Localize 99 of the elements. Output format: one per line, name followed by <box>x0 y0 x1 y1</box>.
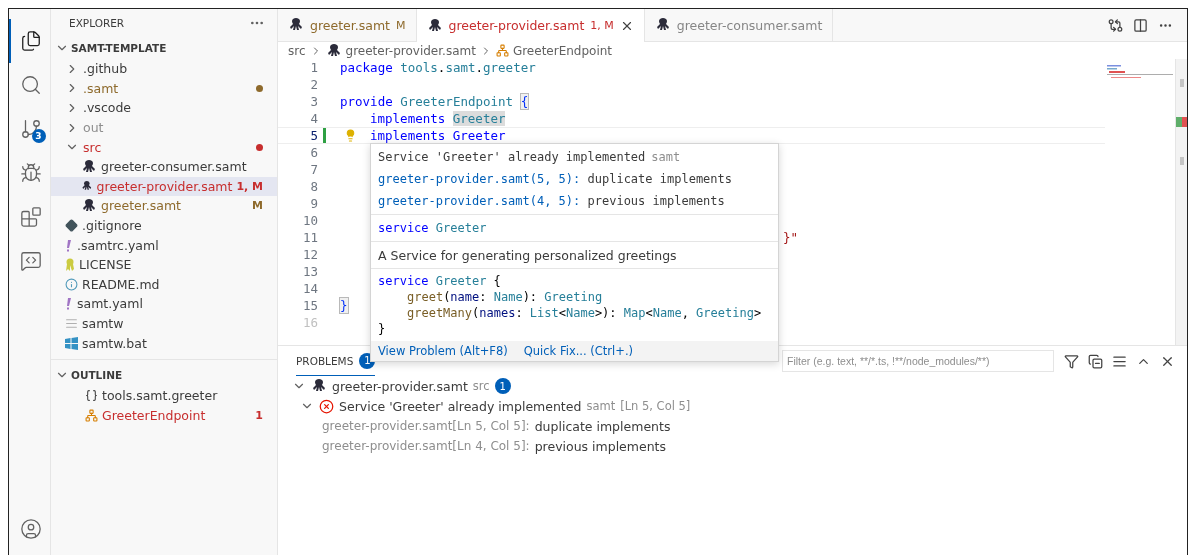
file-row[interactable]: greeter.samt M <box>51 196 277 216</box>
problem-source: samt <box>586 399 616 413</box>
count-badge: 1 <box>494 378 511 394</box>
related-location[interactable]: greeter-provider.samt[Ln 5, Col 5]: <box>322 419 530 433</box>
outline-item[interactable]: tools.samt.greeter <box>51 385 277 406</box>
octopus-icon <box>426 18 443 33</box>
problem-message[interactable]: Service 'Greeter' already implemented <box>339 398 582 414</box>
code-line: implements Greeter <box>370 111 506 126</box>
line-number: 4 <box>309 111 318 126</box>
octopus-icon <box>81 198 97 213</box>
files-icon <box>19 30 42 52</box>
filter-field[interactable]: Filter (e.g. text, **/*.ts, !**/node_modules/**) <box>782 350 1054 372</box>
line-number: 1 <box>309 60 318 75</box>
code-line: provide GreeterEndpoint { <box>340 94 529 109</box>
chat-icon <box>19 250 42 272</box>
collapse-all-icon[interactable] <box>1088 353 1103 369</box>
line-number: 6 <box>309 145 318 160</box>
file-row[interactable]: LICENSE <box>51 254 277 275</box>
split-icon[interactable] <box>1133 17 1148 33</box>
activity-tab[interactable]: 3 <box>9 107 51 151</box>
related-message: previous implements <box>534 438 666 454</box>
file-row[interactable]: .samtrc.yaml <box>51 235 277 255</box>
file-row[interactable]: samtw.bat <box>51 333 277 353</box>
search-icon <box>19 74 42 96</box>
line-number: 2 <box>309 77 318 92</box>
scrollbar-mark <box>1179 157 1184 165</box>
account-icon[interactable] <box>19 518 42 540</box>
file-row[interactable]: .gitignore <box>51 215 277 236</box>
octopus-icon <box>311 379 327 393</box>
error-icon <box>319 398 334 414</box>
hover-action-link[interactable]: Quick Fix... (Ctrl+.) <box>523 344 634 358</box>
line-number: 8 <box>309 179 318 194</box>
code-line: service Greeter { <box>378 273 502 289</box>
folder-row[interactable]: src <box>51 137 277 157</box>
compare-icon[interactable] <box>1108 17 1123 33</box>
file-row[interactable]: samtw <box>51 313 277 334</box>
hover-description: A Service for generating personalized greetings <box>378 246 678 265</box>
folder-row[interactable]: .samt <box>51 78 277 99</box>
line-number: 11 <box>301 230 318 245</box>
octopus-icon <box>654 18 671 32</box>
line-number: 7 <box>309 162 318 177</box>
bug-icon <box>19 162 42 184</box>
line-number: 10 <box>301 213 318 228</box>
problem-position: [Ln 5, Col 5] <box>620 399 691 413</box>
file-row[interactable]: samt.yaml <box>51 294 277 314</box>
lines-icon[interactable] <box>1112 353 1127 369</box>
line-number: 15 <box>301 298 318 313</box>
braces-icon <box>85 389 98 403</box>
lines-icon <box>65 317 78 330</box>
related-message: duplicate implements <box>534 418 671 434</box>
outline-item[interactable]: GreeterEndpoint 1 <box>51 405 277 425</box>
structure-icon <box>85 408 98 422</box>
breadcrumb-item[interactable]: src <box>288 43 306 58</box>
workspace-title[interactable]: SAMT-TEMPLATE <box>71 42 167 54</box>
editor-tab[interactable]: greeter-provider.samt 1, M <box>416 9 645 42</box>
line-number: 16 <box>301 315 318 330</box>
line-number: 3 <box>309 94 318 109</box>
ribbon-icon <box>65 257 75 272</box>
line-number: 9 <box>309 196 318 211</box>
exclamation-icon <box>65 297 73 311</box>
hover-action-link[interactable]: View Problem (Alt+F8) <box>378 344 508 358</box>
filter-icon[interactable] <box>1064 353 1079 369</box>
octopus-icon <box>288 18 304 32</box>
related-info: greeter-provider.samt(5, 5): duplicate implements <box>378 171 733 188</box>
overview-marker <box>1175 117 1187 127</box>
exclamation-icon <box>65 238 73 252</box>
line-number: 12 <box>301 247 318 262</box>
line-number: 13 <box>301 264 318 279</box>
windows-icon <box>65 336 78 350</box>
count-badge: 3 <box>31 129 46 143</box>
outline-title[interactable]: OUTLINE <box>71 368 123 381</box>
file-row[interactable]: greeter-consumer.samt <box>51 156 277 177</box>
scrollbar-mark <box>1179 79 1184 87</box>
file-row[interactable]: README.md <box>51 274 277 295</box>
blocks-icon <box>19 206 42 228</box>
hover-signature: service Greeter <box>378 220 488 237</box>
octopus-icon <box>325 43 342 58</box>
code-line: greet(name: Name): Greeting <box>406 289 604 305</box>
octopus-icon <box>81 159 97 174</box>
line-number: 14 <box>301 281 318 296</box>
related-info: greeter-provider.samt(4, 5): previous implements <box>378 193 726 210</box>
related-location[interactable]: greeter-provider.samt[Ln 4, Col 5]: <box>322 439 530 453</box>
problem-file[interactable]: greeter-provider.samt <box>332 378 468 394</box>
code-line: }" <box>783 230 799 245</box>
hover-message: Service 'Greeter' already implemented samt <box>378 149 682 166</box>
folder-row[interactable]: .github <box>51 59 277 79</box>
diamond-icon <box>65 219 78 233</box>
structure-icon <box>495 44 509 57</box>
code-line: package tools.samt.greeter <box>340 60 536 75</box>
info-icon <box>65 277 78 291</box>
sidebar-title: EXPLORER <box>69 17 125 29</box>
file-row[interactable]: greeter-provider.samt 1, M <box>51 176 277 197</box>
code-line: } <box>378 321 387 337</box>
folder-row[interactable]: .vscode <box>51 98 277 118</box>
breadcrumb-item[interactable]: greeter-provider.samt <box>345 43 476 58</box>
breadcrumb-item[interactable]: GreeterEndpoint <box>512 43 613 58</box>
line-number: 5 <box>309 128 318 143</box>
file-path: src <box>472 379 490 393</box>
code-line: greetMany(names: List<Name>): Map<Name, Greeting> <box>406 305 763 321</box>
